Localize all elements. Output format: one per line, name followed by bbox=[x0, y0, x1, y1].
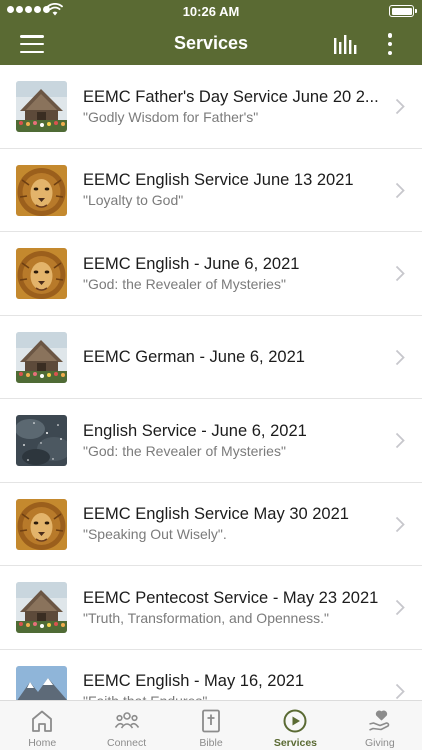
tab-bar: Home Connect Bible Services Giving bbox=[0, 700, 422, 750]
service-thumbnail bbox=[16, 415, 67, 466]
service-thumbnail bbox=[16, 81, 67, 132]
chevron-right-icon bbox=[395, 599, 405, 616]
service-subtitle: "Speaking Out Wisely". bbox=[83, 526, 227, 543]
service-title: English Service - June 6, 2021 bbox=[83, 421, 307, 440]
service-subtitle: "Faith that Endures" bbox=[83, 692, 382, 700]
app-header: 10:26 AM Services bbox=[0, 0, 422, 65]
list-item[interactable]: EEMC English Service May 30 2021 "Speakin… bbox=[0, 483, 422, 566]
service-thumbnail bbox=[16, 331, 67, 383]
service-thumbnail bbox=[16, 582, 67, 633]
service-subtitle: "Truth, Transformation, and Openness." bbox=[83, 609, 329, 626]
list-item[interactable]: EEMC English - June 6, 2021 "God: the Rev… bbox=[0, 232, 422, 316]
chevron-right-icon bbox=[395, 349, 405, 365]
service-title: EEMC German - June 6, 2021 bbox=[83, 347, 305, 366]
tab-home[interactable]: Home bbox=[0, 701, 84, 750]
service-subtitle: "Loyalty to God" bbox=[83, 192, 184, 209]
tab-giving[interactable]: Giving bbox=[338, 701, 422, 750]
list-item[interactable]: EEMC Father's Day Service June 20 2... "G… bbox=[0, 65, 422, 149]
status-time: 10:26 AM bbox=[182, 4, 240, 19]
service-thumbnail bbox=[16, 665, 67, 700]
battery-icon bbox=[389, 5, 417, 17]
services-list[interactable]: EEMC Father's Day Service June 20 2... "G… bbox=[0, 65, 422, 700]
chevron-right-icon bbox=[395, 265, 405, 282]
list-item[interactable]: EEMC English Service June 13 2021 "Loyalt… bbox=[0, 149, 422, 232]
tab-label: Services bbox=[273, 737, 318, 749]
service-title: EEMC English - June 6, 2021 bbox=[83, 254, 300, 273]
audio-bars-icon bbox=[334, 35, 357, 54]
audio-button[interactable] bbox=[333, 33, 357, 55]
giving-hand-heart-icon bbox=[367, 708, 393, 734]
tab-label: Giving bbox=[364, 737, 395, 749]
list-item[interactable]: EEMC German - June 6, 2021 bbox=[0, 316, 422, 399]
tab-label: Connect bbox=[107, 737, 147, 749]
more-options-button[interactable] bbox=[380, 30, 400, 58]
bible-cross-icon bbox=[198, 708, 224, 734]
service-title: EEMC English Service May 30 2021 bbox=[83, 505, 349, 524]
tab-bible[interactable]: Bible bbox=[169, 701, 253, 750]
people-group-icon bbox=[114, 708, 140, 734]
nav-bar: Services bbox=[0, 22, 422, 65]
status-bar: 10:26 AM bbox=[0, 0, 422, 22]
page-title: Services bbox=[173, 33, 249, 53]
chevron-right-icon bbox=[395, 182, 405, 198]
chevron-right-icon bbox=[395, 432, 405, 449]
service-title: EEMC English Service June 13 2021 bbox=[83, 171, 354, 190]
home-icon bbox=[29, 708, 55, 734]
tab-label: Bible bbox=[199, 737, 223, 749]
tab-label: Home bbox=[28, 737, 57, 749]
more-vertical-icon bbox=[387, 33, 393, 38]
service-thumbnail bbox=[16, 498, 67, 550]
chevron-right-icon bbox=[395, 683, 405, 699]
service-subtitle: "Godly Wisdom for Father's" bbox=[83, 108, 259, 125]
service-title: EEMC English - May 16, 2021 bbox=[83, 672, 305, 691]
list-item[interactable]: EEMC English - May 16, 2021"Faith that E… bbox=[0, 650, 422, 700]
service-thumbnail bbox=[16, 164, 67, 216]
service-thumbnail bbox=[16, 248, 67, 299]
tab-services[interactable]: Services bbox=[253, 701, 337, 750]
chevron-right-icon bbox=[395, 516, 405, 532]
chevron-right-icon bbox=[395, 98, 405, 115]
service-title: EEMC Father's Day Service June 20 2... bbox=[83, 87, 379, 106]
list-item[interactable]: English Service - June 6, 2021 "God: the … bbox=[0, 399, 422, 483]
tab-connect[interactable]: Connect bbox=[84, 701, 168, 750]
service-subtitle: "God: the Revealer of Mysteries" bbox=[83, 275, 286, 292]
list-item[interactable]: EEMC Pentecost Service - May 23 2021 "Tru… bbox=[0, 566, 422, 650]
service-subtitle: "God: the Revealer of Mysteries" bbox=[83, 442, 286, 459]
service-title: EEMC Pentecost Service - May 23 2021 bbox=[83, 588, 379, 607]
play-circle-icon bbox=[282, 708, 308, 734]
